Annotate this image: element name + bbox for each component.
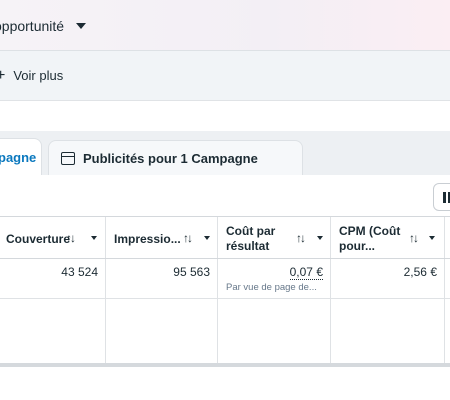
cpm-value: 2,56 € [403,265,437,279]
column-menu-icon[interactable] [317,236,323,240]
cell-impressions: 95 563 [106,259,218,299]
columns-button[interactable] [433,183,450,211]
data-table: Couverture ↑↓ Impressio... ↑↓ Coût par r… [0,217,450,363]
cout-par-resultat-value[interactable]: 0,07 € [289,265,323,280]
sort-icon[interactable]: ↑↓ [409,231,419,245]
more-bar: + Voir plus [0,51,450,101]
table-toolbar [0,175,450,217]
header-cpm-label: CPM (Coût pour... [339,224,401,253]
column-menu-icon[interactable] [204,236,210,240]
plus-icon: + [0,66,6,84]
column-menu-icon[interactable] [91,236,97,240]
sort-icon[interactable]: ↑↓ [66,231,76,245]
tab-campaigns[interactable]: pagne [0,138,42,175]
columns-icon [443,192,450,203]
tab-ads-label: Publicités pour 1 Campagne [83,150,258,166]
spacer [0,101,450,131]
cell-cout-par-resultat: 0,07 € Par vue de page de... [218,259,331,299]
voir-plus-button[interactable]: + Voir plus [0,66,64,84]
caret-down-icon [76,23,87,29]
header-cpm[interactable]: CPM (Coût pour... ↑↓ [331,217,445,259]
horizontal-scrollbar[interactable] [0,363,450,367]
sort-icon[interactable]: ↑↓ [296,231,306,245]
header-couverture[interactable]: Couverture ↑↓ [0,217,106,259]
ads-window-icon [61,151,75,165]
header-cout-label: Coût par résultat [226,224,276,253]
objective-bar: opportunité [0,0,450,51]
objective-label: opportunité [0,18,65,34]
header-impressions[interactable]: Impressio... ↑↓ [106,217,218,259]
cell-cpm: 2,56 € [331,259,445,299]
header-couverture-label: Couverture [6,232,71,246]
objective-dropdown[interactable]: opportunité [0,18,87,34]
sort-icon[interactable]: ↑↓ [183,231,193,245]
header-impressions-label: Impressio... [114,232,181,246]
header-cout-par-resultat[interactable]: Coût par résultat ↑↓ [218,217,331,259]
couverture-value: 43 524 [61,265,98,279]
cell-couverture: 43 524 [0,259,106,299]
voir-plus-label: Voir plus [13,68,64,83]
table-row[interactable]: 43 524 95 563 0,07 € Par vue de page de.… [0,259,450,299]
table-header-row: Couverture ↑↓ Impressio... ↑↓ Coût par r… [0,217,450,259]
tab-ads[interactable]: Publicités pour 1 Campagne [48,140,303,175]
cout-par-resultat-subtext: Par vue de page de... [226,282,317,293]
tabs-bar: pagne Publicités pour 1 Campagne [0,131,450,175]
column-menu-icon[interactable] [429,236,435,240]
impressions-value: 95 563 [173,265,210,279]
tab-campaigns-label: pagne [0,150,37,165]
